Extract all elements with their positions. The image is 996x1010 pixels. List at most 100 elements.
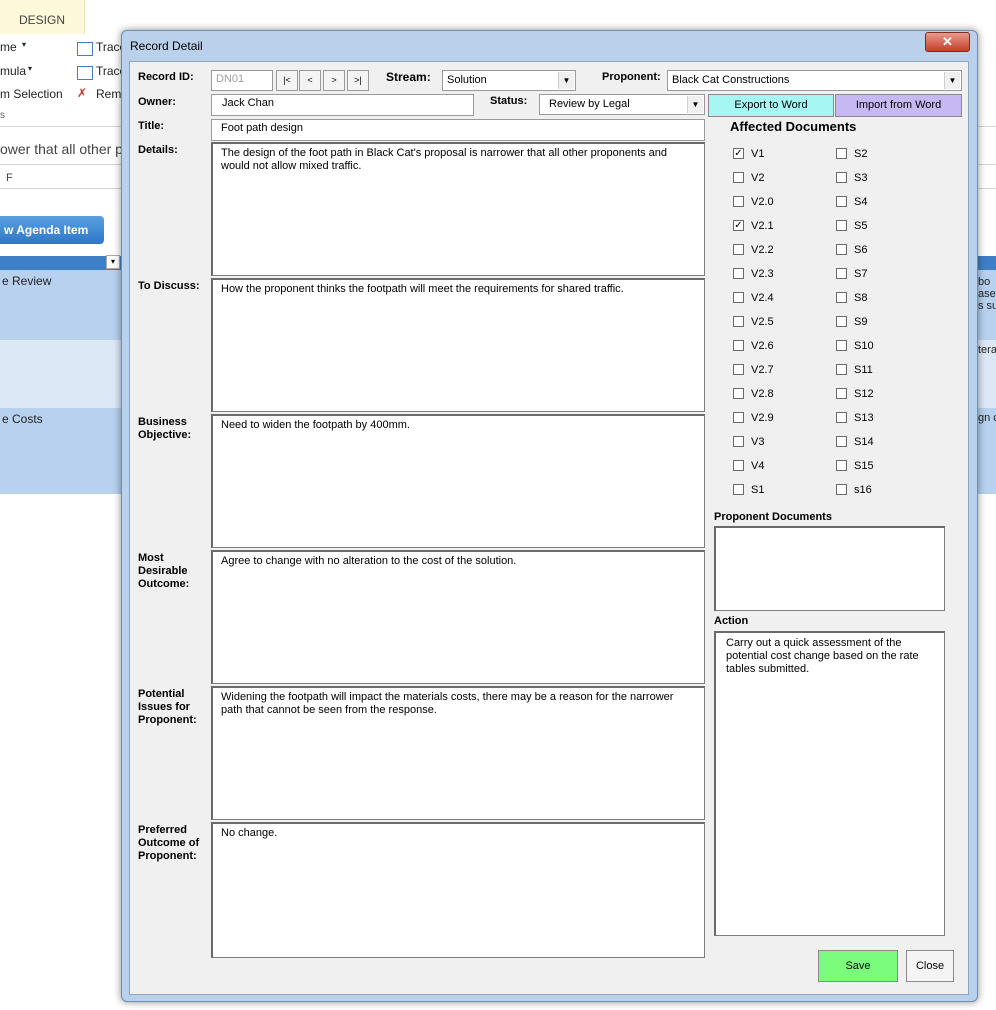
checkbox-unchecked-icon[interactable]: [733, 388, 744, 399]
document-label: V1: [751, 148, 765, 160]
checkbox-unchecked-icon[interactable]: [733, 292, 744, 303]
document-label: V2.6: [751, 340, 774, 352]
table-row[interactable]: e Review: [0, 270, 122, 340]
to-discuss-textarea[interactable]: How the proponent thinks the footpath wi…: [211, 278, 705, 412]
most-desirable-outcome-textarea[interactable]: Agree to change with no alteration to th…: [211, 550, 705, 684]
table-row-right[interactable]: gn c: [978, 408, 996, 494]
document-label: V2.3: [751, 268, 774, 280]
title-field[interactable]: Foot path design: [211, 119, 705, 141]
checkbox-unchecked-icon[interactable]: [836, 172, 847, 183]
affected-documents-title: Affected Documents: [730, 119, 857, 134]
ribbon-item-formula[interactable]: mula: [0, 64, 26, 78]
document-label: V2.0: [751, 196, 774, 208]
save-button[interactable]: Save: [818, 950, 898, 982]
business-objective-textarea[interactable]: Need to widen the footpath by 400mm.: [211, 414, 705, 548]
design-tab[interactable]: DESIGN: [0, 0, 85, 34]
checkbox-unchecked-icon[interactable]: [733, 436, 744, 447]
checkbox-unchecked-icon[interactable]: [733, 316, 744, 327]
first-record-button[interactable]: |<: [276, 70, 298, 91]
checkbox-unchecked-icon[interactable]: [836, 292, 847, 303]
document-label: V2.9: [751, 412, 774, 424]
document-label: S12: [854, 388, 874, 400]
table-row-right[interactable]: tera: [978, 340, 996, 408]
preferred-outcome-textarea[interactable]: No change.: [211, 822, 705, 958]
document-label: S1: [751, 484, 765, 496]
checkbox-unchecked-icon[interactable]: [836, 196, 847, 207]
record-id-label: Record ID:: [138, 71, 194, 83]
checkbox-unchecked-icon[interactable]: [836, 268, 847, 279]
chevron-down-icon: ▾: [22, 40, 27, 49]
checkbox-unchecked-icon[interactable]: [733, 196, 744, 207]
checkbox-unchecked-icon[interactable]: [836, 316, 847, 327]
checkbox-unchecked-icon[interactable]: [836, 148, 847, 159]
business-objective-label: Business Objective:: [138, 416, 192, 441]
checkbox-unchecked-icon[interactable]: [733, 172, 744, 183]
document-label: S2: [854, 148, 868, 160]
checkbox-unchecked-icon[interactable]: [733, 364, 744, 375]
details-textarea[interactable]: The design of the foot path in Black Cat…: [211, 142, 705, 276]
checkbox-unchecked-icon[interactable]: [836, 412, 847, 423]
proponent-documents-list[interactable]: [714, 526, 945, 611]
potential-issues-textarea[interactable]: Widening the footpath will impact the ma…: [211, 686, 705, 820]
checkbox-unchecked-icon[interactable]: [836, 436, 847, 447]
column-letter: F: [6, 172, 13, 184]
document-label: V3: [751, 436, 765, 448]
chevron-down-icon: ▾: [28, 64, 33, 73]
most-desirable-outcome-label: Most Desirable Outcome:: [138, 552, 190, 590]
checkbox-unchecked-icon[interactable]: [836, 364, 847, 375]
import-from-word-button[interactable]: Import from Word: [835, 94, 962, 117]
status-combo[interactable]: Review by Legal ▼: [539, 94, 705, 115]
close-icon[interactable]: ✕: [925, 32, 970, 52]
checkbox-unchecked-icon[interactable]: [733, 340, 744, 351]
action-textarea[interactable]: Carry out a quick assessment of the pote…: [714, 631, 945, 936]
record-detail-dialog: Record Detail ✕ Record ID: DN01 |< < > >…: [121, 30, 978, 1002]
document-label: S4: [854, 196, 868, 208]
dialog-client: Record ID: DN01 |< < > >| Stream: Soluti…: [129, 61, 969, 995]
row-text: e Costs: [2, 412, 43, 426]
checkbox-unchecked-icon[interactable]: [836, 460, 847, 471]
proponent-combo[interactable]: Black Cat Constructions ▼: [667, 70, 962, 91]
checkbox-checked-icon[interactable]: ✓: [733, 148, 744, 159]
table-row[interactable]: [0, 340, 122, 408]
dialog-title: Record Detail: [130, 39, 203, 53]
checkbox-unchecked-icon[interactable]: [836, 220, 847, 231]
checkbox-unchecked-icon[interactable]: [836, 484, 847, 495]
close-button[interactable]: Close: [906, 950, 954, 982]
stream-combo[interactable]: Solution ▼: [442, 70, 576, 91]
details-label: Details:: [138, 144, 178, 156]
chevron-down-icon[interactable]: ▼: [558, 72, 574, 89]
checkbox-unchecked-icon[interactable]: [836, 388, 847, 399]
export-to-word-button[interactable]: Export to Word: [708, 94, 834, 117]
new-agenda-item-button[interactable]: w Agenda Item: [0, 216, 104, 244]
ribbon-item-selection[interactable]: m Selection: [0, 87, 63, 101]
filter-dropdown-icon[interactable]: ▾: [106, 255, 120, 269]
checkbox-checked-icon[interactable]: ✓: [733, 220, 744, 231]
checkbox-unchecked-icon[interactable]: [733, 412, 744, 423]
previous-record-button[interactable]: <: [299, 70, 321, 91]
next-record-button[interactable]: >: [323, 70, 345, 91]
document-label: V2.7: [751, 364, 774, 376]
table-row-right[interactable]: bo ase s su: [978, 270, 996, 340]
ribbon-item-name[interactable]: me: [0, 40, 17, 54]
owner-field[interactable]: Jack Chan: [211, 94, 474, 116]
document-label: V2.5: [751, 316, 774, 328]
checkbox-unchecked-icon[interactable]: [733, 484, 744, 495]
document-label: s16: [854, 484, 872, 496]
chevron-down-icon[interactable]: ▼: [687, 96, 703, 113]
proponent-documents-title: Proponent Documents: [714, 511, 832, 523]
row-text: tera: [978, 344, 996, 356]
ribbon-group-label: s: [0, 110, 5, 121]
status-label: Status:: [490, 95, 528, 107]
checkbox-unchecked-icon[interactable]: [733, 244, 744, 255]
checkbox-unchecked-icon[interactable]: [836, 244, 847, 255]
title-bar[interactable]: Record Detail ✕: [122, 31, 977, 61]
chevron-down-icon[interactable]: ▼: [944, 72, 960, 89]
checkbox-unchecked-icon[interactable]: [733, 460, 744, 471]
preferred-outcome-label: Preferred Outcome of Proponent:: [138, 824, 200, 862]
checkbox-unchecked-icon[interactable]: [836, 340, 847, 351]
checkbox-unchecked-icon[interactable]: [733, 268, 744, 279]
last-record-button[interactable]: >|: [347, 70, 369, 91]
table-row[interactable]: e Costs: [0, 408, 122, 494]
trace-dependents-icon: [77, 66, 93, 80]
record-id-field[interactable]: DN01: [211, 70, 273, 91]
